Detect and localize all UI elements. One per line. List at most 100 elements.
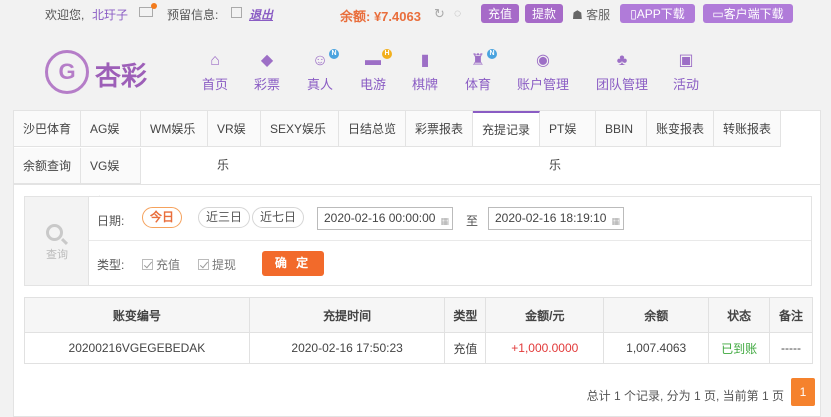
hide-balance-icon[interactable]: ◌ — [454, 6, 461, 20]
username-link[interactable]: 北玗子 — [92, 6, 128, 23]
app-download-button[interactable]: ▯ APP下载 — [620, 4, 695, 23]
nav-badge: H — [382, 49, 392, 59]
record-remark: ----- — [769, 332, 813, 364]
main-nav: G 杏彩 ⌂ 首页 ◆ 彩票 ☺ N 真人 ▬ H 电游 ▮ 棋牌 ♜ N 体育 ◉ 账户管理 ♣ 团队管理 ▣ 活动 — [0, 28, 831, 100]
start-date-value: 2020-02-16 00:00:00 — [324, 211, 436, 225]
logo-text[interactable]: 杏彩 — [95, 56, 147, 93]
lottery-icon: ◆ — [260, 52, 274, 69]
withdraw-button[interactable]: 提款 — [525, 4, 563, 23]
nav-item[interactable]: ♣ 团队管理 — [596, 52, 648, 93]
nav-item[interactable]: ▮ 棋牌 — [412, 52, 438, 93]
tab-item[interactable]: PT娱乐 — [540, 111, 596, 172]
tab-item[interactable]: 沙巴体育 — [14, 111, 81, 147]
tab-item[interactable]: VG娱乐 — [81, 148, 141, 209]
withdraw-checkbox[interactable]: 提现 — [198, 256, 236, 273]
service-icon: ☗ — [572, 8, 583, 22]
live-dealer-icon: ☺ N — [310, 49, 339, 70]
nav-item-label: 真人 — [307, 77, 334, 92]
gamepad-icon: ▬ H — [363, 49, 392, 70]
balance-display: 余额: ¥7.4063 — [340, 9, 421, 24]
confirm-button[interactable]: 确 定 — [262, 251, 324, 276]
today-button[interactable]: 今日 — [142, 207, 183, 228]
nav-item[interactable]: ▣ 活动 — [673, 52, 699, 93]
records-table: 账变编号 充提时间 类型 金额/元 余额 状态 备注 20200216VGEGE… — [24, 297, 813, 364]
tab-item[interactable]: 余额查询 — [14, 148, 81, 184]
table-row: 20200216VGEGEBEDAK 2020-02-16 17:50:23 充… — [24, 332, 813, 364]
tab-item[interactable]: 充提记录 — [473, 111, 540, 147]
tab-item[interactable]: SEXY娱乐 — [261, 111, 339, 147]
record-amount: +1,000.0000 — [485, 332, 605, 364]
tab-item[interactable]: 账变报表 — [647, 111, 714, 147]
column-header: 账变编号 — [24, 297, 250, 333]
refresh-icon[interactable]: ↻ — [434, 6, 445, 22]
tab-item[interactable]: AG娱乐 — [81, 111, 141, 172]
recharge-checkbox-label: 充值 — [156, 258, 181, 272]
client-download-label: 客户端下载 — [723, 7, 784, 21]
date-label: 日期: — [97, 214, 125, 228]
column-header: 余额 — [603, 297, 710, 333]
notice-label: 预留信息: — [167, 8, 219, 22]
withdraw-checkbox-label: 提现 — [212, 258, 237, 272]
main-panel: 沙巴体育AG娱乐WM娱乐VR娱乐SEXY娱乐日结总览彩票报表充提记录PT娱乐BB… — [13, 110, 821, 417]
last-three-days-button[interactable]: 近三日 — [198, 207, 251, 228]
end-date-value: 2020-02-16 18:19:10 — [495, 211, 607, 225]
customer-service-link[interactable]: ☗ 客服 — [572, 6, 610, 23]
checkbox-icon — [142, 259, 153, 270]
checkbox-icon — [198, 259, 209, 270]
nav-badge: N — [329, 49, 339, 59]
calendar-icon: ▦ — [440, 216, 449, 226]
recharge-button[interactable]: 充值 — [481, 4, 519, 23]
last-seven-days-button[interactable]: 近七日 — [252, 207, 305, 228]
phone-icon: ▯ — [630, 6, 637, 21]
start-date-input[interactable]: 2020-02-16 00:00:00 ▦ — [317, 207, 453, 230]
nav-item[interactable]: ◆ 彩票 — [254, 52, 280, 93]
record-type: 充值 — [444, 332, 487, 364]
nav-item[interactable]: ◉ 账户管理 — [517, 52, 569, 93]
nav-item-label: 首页 — [202, 77, 229, 92]
end-date-input[interactable]: 2020-02-16 18:19:10 ▦ — [488, 207, 624, 230]
nav-item[interactable]: ♜ N 体育 — [465, 49, 497, 93]
column-header: 备注 — [769, 297, 813, 333]
nav-item-label: 团队管理 — [596, 77, 649, 92]
tab-item[interactable]: 日结总览 — [339, 111, 406, 147]
column-header: 类型 — [444, 297, 487, 333]
team-icon: ♣ — [616, 52, 628, 69]
client-download-button[interactable]: ▭ 客户端下载 — [703, 4, 793, 23]
tab-item[interactable]: 转账报表 — [714, 111, 781, 147]
logo-mark-letter: G — [58, 59, 76, 84]
nav-item-label: 账户管理 — [517, 77, 570, 92]
trophy-icon: ♜ N — [468, 49, 497, 70]
tab-item[interactable]: WM娱乐 — [141, 111, 208, 147]
logout-link[interactable]: 退出 — [249, 6, 273, 23]
pagination-summary: 总计 1 个记录, 分为 1 页, 当前第 1 页 — [586, 389, 784, 403]
recharge-checkbox[interactable]: 充值 — [142, 256, 180, 273]
gift-icon: ▣ — [678, 52, 694, 69]
report-tabs: 沙巴体育AG娱乐WM娱乐VR娱乐SEXY娱乐日结总览彩票报表充提记录PT娱乐BB… — [14, 111, 820, 209]
nav-item-label: 活动 — [673, 77, 700, 92]
logo-mark[interactable]: G — [45, 50, 89, 94]
nav-item-label: 电游 — [360, 77, 387, 92]
tab-item[interactable]: BBIN — [596, 111, 647, 147]
page-button-current[interactable]: 1 — [791, 378, 815, 406]
cards-icon: ▮ — [420, 52, 430, 69]
date-row: 日期: 今日 近三日 近七日 2020-02-16 00:00:00 ▦ 至 20… — [89, 197, 811, 241]
type-row: 类型: 充值 提现 确 定 — [89, 241, 811, 285]
record-time: 2020-02-16 17:50:23 — [248, 332, 446, 364]
calendar-icon: ▦ — [611, 216, 620, 226]
column-header: 充提时间 — [248, 297, 446, 333]
welcome-text: 欢迎您, — [45, 8, 85, 22]
top-bar: 欢迎您, 北玗子 预留信息: 退出 余额: ¥7.4063 ↻ ◌ 充值 提款 … — [0, 0, 831, 28]
column-header: 状态 — [708, 297, 771, 333]
nav-item[interactable]: ☺ N 真人 — [307, 49, 339, 93]
tab-item[interactable]: VR娱乐 — [208, 111, 261, 172]
query-button[interactable]: 查询 — [25, 197, 89, 285]
tab-item[interactable]: 彩票报表 — [406, 111, 473, 147]
record-id: 20200216VGEGEBEDAK — [24, 332, 250, 364]
service-label: 客服 — [586, 8, 611, 22]
edit-icon[interactable] — [231, 7, 242, 18]
search-icon — [46, 224, 63, 241]
mail-icon[interactable] — [139, 3, 157, 17]
nav-item[interactable]: ⌂ 首页 — [202, 52, 228, 93]
nav-item[interactable]: ▬ H 电游 — [360, 49, 392, 93]
nav-item-label: 体育 — [465, 77, 492, 92]
